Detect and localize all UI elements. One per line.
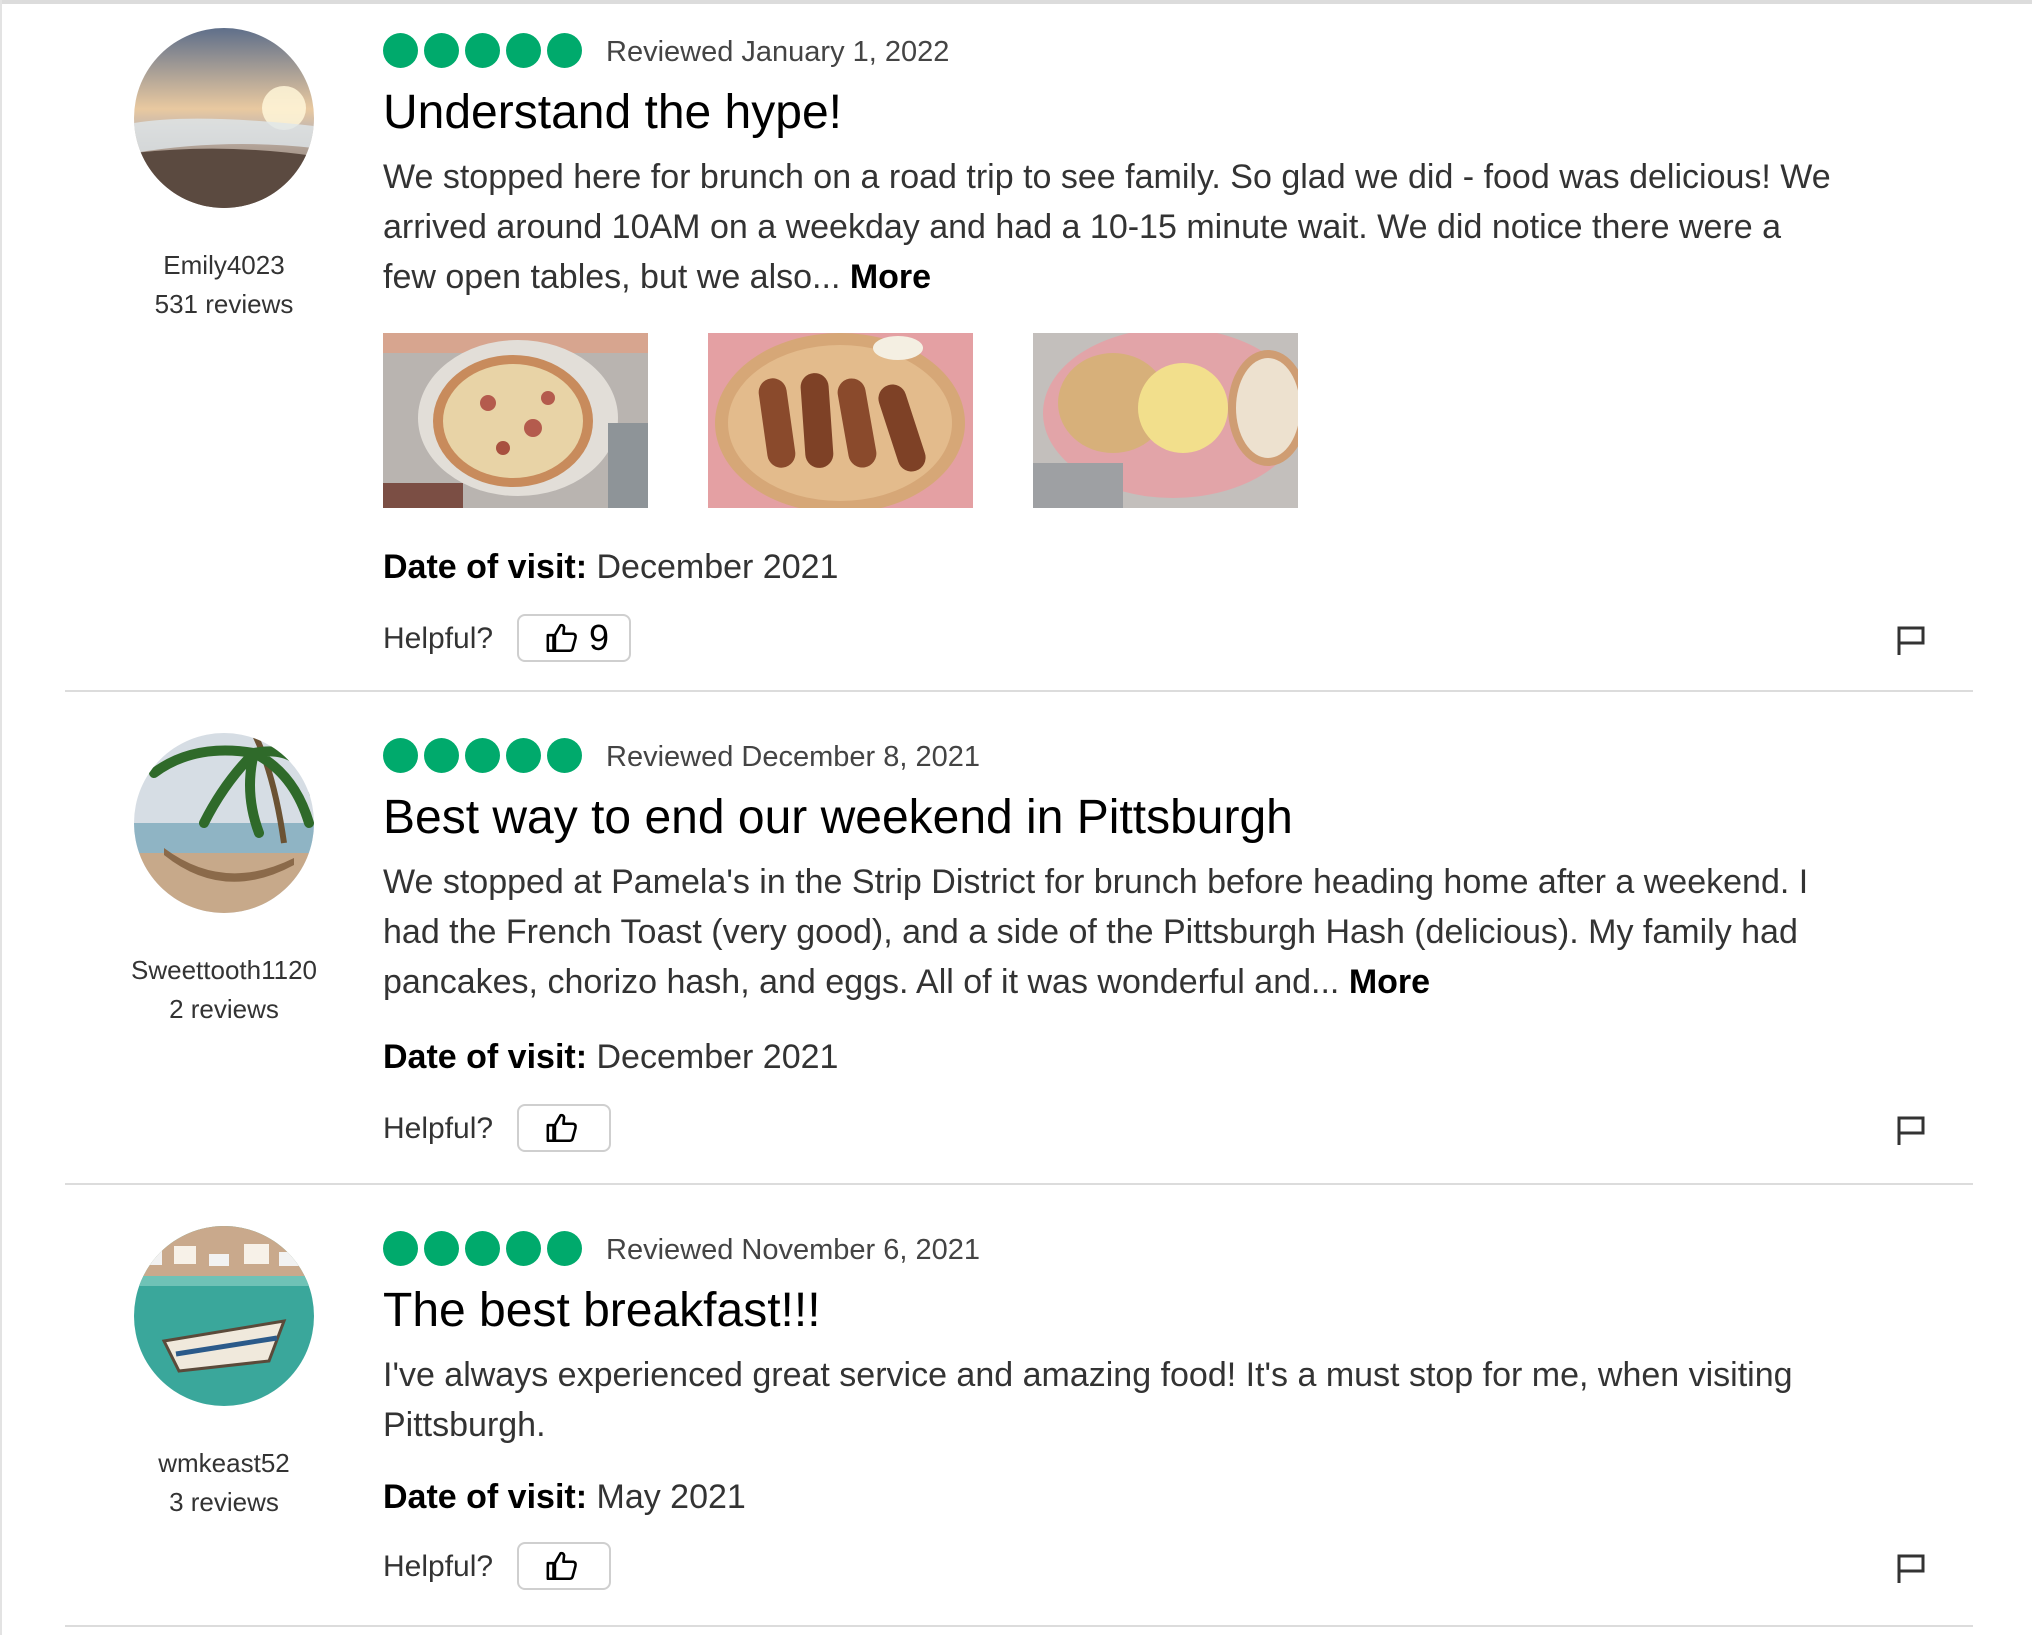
rating-bubble-icon (383, 33, 418, 68)
date-of-visit: Date of visit: December 2021 (383, 1035, 838, 1079)
reviewed-date: Reviewed December 8, 2021 (606, 741, 980, 773)
more-link[interactable]: More (1349, 963, 1430, 1001)
review-text: I've always experienced great service an… (383, 1356, 1793, 1444)
rating-bubble-icon (506, 1231, 541, 1266)
rating-bubbles (383, 738, 582, 773)
rating-bubble-icon (383, 738, 418, 773)
date-of-visit: Date of visit: December 2021 (383, 545, 838, 589)
rating-bubble-icon (383, 1231, 418, 1266)
helpful-label: Helpful? (383, 1550, 494, 1583)
date-of-visit-label: Date of visit: (383, 548, 588, 586)
review-title[interactable]: The best breakfast!!! (383, 1281, 821, 1341)
review-title[interactable]: Best way to end our weekend in Pittsburg… (383, 788, 1293, 848)
user-avatar[interactable] (134, 1226, 314, 1406)
rating-bubble-icon (465, 1231, 500, 1266)
rating-bubble-icon (506, 738, 541, 773)
rating-bubble-icon (547, 738, 582, 773)
flag-icon (1897, 626, 1925, 655)
helpful-vote-button[interactable]: 9 (517, 614, 632, 662)
username[interactable]: wmkeast52 (110, 1444, 338, 1483)
review-count: 531 reviews (154, 289, 294, 319)
thumbs-up-icon (546, 1113, 577, 1143)
palm-hammock-avatar (134, 733, 314, 913)
rating-bubble-icon (465, 33, 500, 68)
user-avatar[interactable] (134, 28, 314, 208)
thumbs-up-icon (546, 623, 577, 653)
date-of-visit-value: May 2021 (596, 1478, 746, 1516)
review-photo[interactable] (383, 333, 648, 508)
helpful-count: 9 (589, 617, 610, 658)
review-body: We stopped at Pamela's in the Strip Dist… (383, 857, 1833, 1007)
review-divider (65, 690, 1973, 692)
eggs-hash-photo (1033, 333, 1298, 508)
rating-bubbles (383, 33, 582, 68)
review-title[interactable]: Understand the hype! (383, 83, 842, 143)
date-of-visit-label: Date of visit: (383, 1478, 588, 1516)
review-divider (65, 1625, 1973, 1627)
boat-harbor-avatar (134, 1226, 314, 1406)
user-info: Emily4023 531 reviews (110, 246, 338, 324)
review-count: 3 reviews (169, 1487, 279, 1517)
flag-icon (1897, 1116, 1925, 1145)
helpful-vote-button[interactable] (517, 1104, 611, 1152)
left-border (0, 0, 2, 1635)
user-info: Sweettooth1120 2 reviews (110, 951, 338, 1029)
review-photos (383, 333, 1298, 508)
rating-bubble-icon (547, 1231, 582, 1266)
report-flag-button[interactable] (1893, 1112, 1929, 1148)
reviewed-date: Reviewed November 6, 2021 (606, 1234, 980, 1266)
beach-sunset-avatar (134, 28, 314, 208)
rating-bubble-icon (424, 738, 459, 773)
date-of-visit-value: December 2021 (596, 1038, 839, 1076)
review-photo[interactable] (708, 333, 973, 508)
date-of-visit-label: Date of visit: (383, 1038, 588, 1076)
report-flag-button[interactable] (1893, 622, 1929, 658)
review-text: We stopped at Pamela's in the Strip Dist… (383, 863, 1809, 1001)
top-border (0, 0, 2032, 4)
rating-bubble-icon (424, 1231, 459, 1266)
username[interactable]: Sweettooth1120 (110, 951, 338, 990)
review-body: I've always experienced great service an… (383, 1350, 1833, 1450)
review-count: 2 reviews (169, 994, 279, 1024)
review-body: We stopped here for brunch on a road tri… (383, 152, 1833, 302)
rating-bubble-icon (547, 33, 582, 68)
rating-bubble-icon (424, 33, 459, 68)
review-photo[interactable] (1033, 333, 1298, 508)
helpful-vote-button[interactable] (517, 1542, 611, 1590)
date-of-visit-value: December 2021 (596, 548, 839, 586)
sausage-pancake-photo (708, 333, 973, 508)
more-link[interactable]: More (850, 258, 931, 296)
date-of-visit: Date of visit: May 2021 (383, 1475, 746, 1519)
report-flag-button[interactable] (1893, 1550, 1929, 1586)
flag-icon (1897, 1554, 1925, 1583)
reviewed-date: Reviewed January 1, 2022 (606, 36, 950, 68)
rating-bubble-icon (465, 738, 500, 773)
thumbs-up-icon (546, 1551, 577, 1581)
helpful-label: Helpful? (383, 622, 494, 655)
review-divider (65, 1183, 1973, 1185)
user-info: wmkeast52 3 reviews (110, 1444, 338, 1522)
rating-bubbles (383, 1231, 582, 1266)
user-avatar[interactable] (134, 733, 314, 913)
review-text: We stopped here for brunch on a road tri… (383, 158, 1831, 296)
helpful-label: Helpful? (383, 1112, 494, 1145)
username[interactable]: Emily4023 (110, 246, 338, 285)
pizza-photo (383, 333, 648, 508)
rating-bubble-icon (506, 33, 541, 68)
